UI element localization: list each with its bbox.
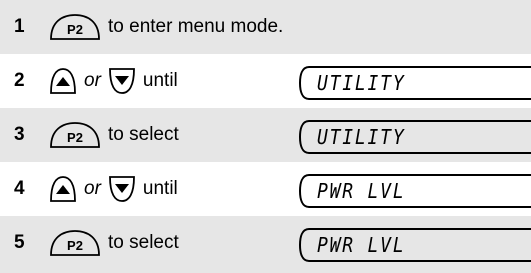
radio-display: PWR LVL (299, 228, 531, 262)
step-row-5: 5 P2 to select PWR LVL (0, 216, 531, 273)
display-text: UTILITY (317, 71, 406, 95)
step-number: 2 (14, 70, 25, 91)
down-arrow-key-icon (107, 174, 137, 204)
radio-display: PWR LVL (299, 174, 531, 208)
p2-key-label: P2 (67, 238, 83, 253)
display-text: PWR LVL (317, 179, 406, 203)
step-text: until (142, 70, 178, 91)
step-instruction: P2 to select (48, 118, 179, 152)
step-row-2: 2 or until UTILITY (0, 54, 531, 108)
step-text: until (142, 178, 178, 199)
step-row-3: 3 P2 to select UTILITY (0, 108, 531, 162)
step-number: 3 (14, 124, 25, 145)
step-instruction: P2 to enter menu mode. (48, 10, 283, 44)
step-instruction: or until (48, 64, 178, 98)
or-connector: or (84, 70, 101, 91)
step-instruction: or until (48, 172, 178, 206)
radio-display: UTILITY (299, 66, 531, 100)
step-row-4: 4 or until PWR LVL (0, 162, 531, 216)
or-connector: or (84, 178, 101, 199)
display-text: UTILITY (317, 125, 406, 149)
step-text: to select (108, 232, 179, 253)
radio-display: UTILITY (299, 120, 531, 154)
p2-key-icon: P2 (48, 120, 102, 150)
step-number: 1 (14, 16, 25, 37)
p2-key-label: P2 (67, 130, 83, 145)
step-number: 4 (14, 178, 25, 199)
step-instruction: P2 to select (48, 226, 179, 260)
step-row-1: 1 P2 to enter menu mode. (0, 0, 531, 54)
down-arrow-key-icon (107, 66, 137, 96)
step-text: to enter menu mode. (108, 16, 284, 37)
step-number: 5 (14, 232, 25, 253)
up-arrow-key-icon (48, 174, 78, 204)
p2-key-icon: P2 (48, 12, 102, 42)
p2-key-label: P2 (67, 22, 83, 37)
step-text: to select (108, 124, 179, 145)
up-arrow-key-icon (48, 66, 78, 96)
display-text: PWR LVL (317, 233, 406, 257)
p2-key-icon: P2 (48, 228, 102, 258)
